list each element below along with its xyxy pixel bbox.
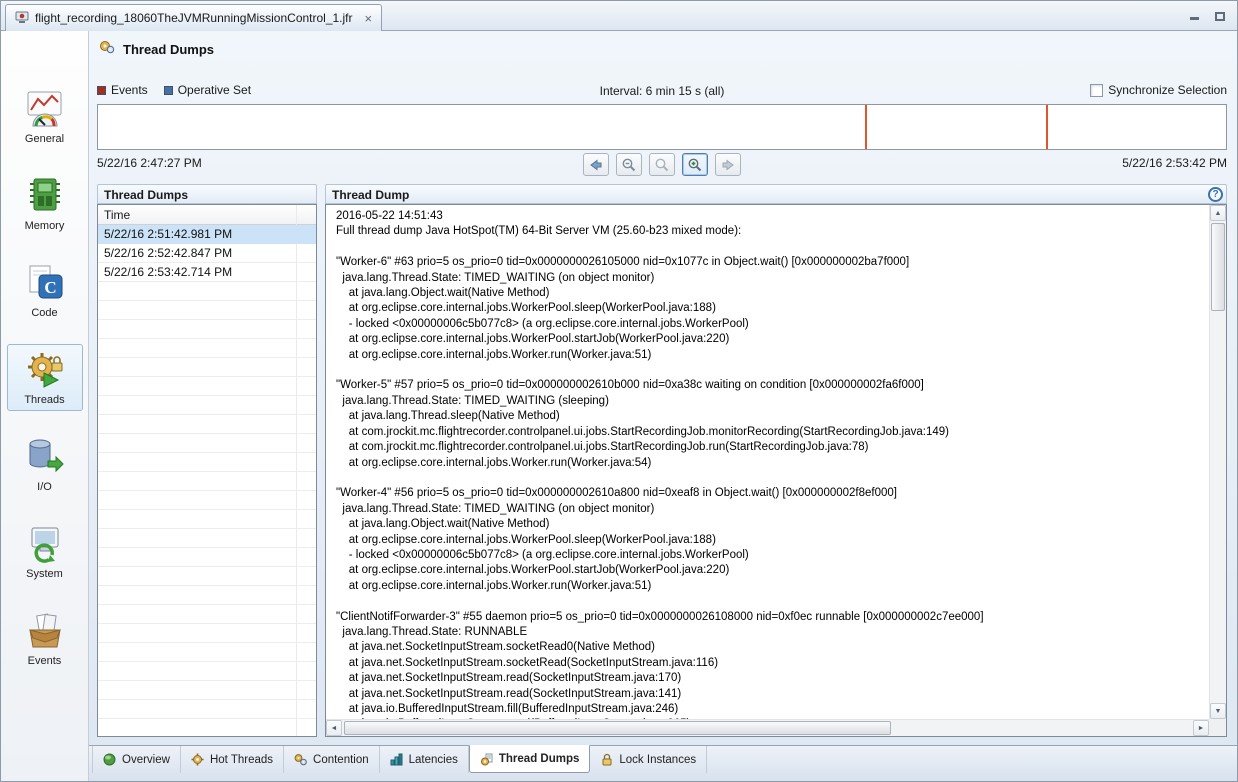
zoom-toolbar [583, 153, 741, 176]
hot-threads-icon [191, 753, 204, 766]
reset-zoom-button[interactable] [649, 153, 675, 176]
thread-dump-viewer: 2016-05-22 14:51:43 Full thread dump Jav… [325, 204, 1227, 737]
sidebar: General Memory C Code Threads I/O System… [1, 31, 89, 781]
thread-dump-text[interactable]: 2016-05-22 14:51:43 Full thread dump Jav… [326, 205, 1209, 719]
sidebar-item-events[interactable]: Events [7, 605, 83, 672]
bottom-tab-bar: Overview Hot Threads Contention Latencie… [89, 745, 1237, 781]
scroll-down-icon[interactable]: ▼ [1210, 703, 1226, 719]
synchronize-selection-checkbox[interactable] [1090, 84, 1103, 97]
timeline-footer: 5/22/16 2:47:27 PM 5/22/16 2:53:42 PM [97, 153, 1227, 181]
tab-label: Contention [313, 754, 369, 766]
overview-icon [103, 753, 116, 766]
tab-contention[interactable]: Contention [284, 746, 380, 773]
view-controls [1187, 8, 1227, 22]
svg-text:C: C [44, 278, 56, 297]
sidebar-item-threads[interactable]: Threads [7, 344, 83, 411]
tab-label: Latencies [409, 754, 458, 766]
system-icon [25, 524, 65, 564]
sidebar-item-system[interactable]: System [7, 518, 83, 585]
forward-button[interactable] [715, 153, 741, 176]
tab-lock-instances[interactable]: Lock Instances [590, 746, 707, 773]
synchronize-selection-label: Synchronize Selection [1108, 83, 1227, 97]
thread-dumps-panel: Thread Dumps Time 5/22/16 2:51:42.981 PM… [97, 184, 317, 737]
sidebar-item-label: Threads [24, 394, 64, 406]
scrollbar-corner [1209, 719, 1226, 736]
time-column-header[interactable]: Time [98, 205, 316, 225]
minimize-icon[interactable] [1187, 8, 1202, 22]
vertical-scroll-thumb[interactable] [1211, 223, 1225, 311]
zoom-out-button[interactable] [616, 153, 642, 176]
editor-tab-bar: flight_recording_18060TheJVMRunningMissi… [1, 1, 1237, 31]
vertical-scrollbar[interactable]: ▲ ▼ [1209, 205, 1226, 719]
tab-latencies[interactable]: Latencies [380, 746, 469, 773]
sidebar-item-label: Code [31, 307, 57, 319]
sidebar-item-label: General [25, 133, 64, 145]
page-header: Thread Dumps [99, 39, 214, 60]
sidebar-item-general[interactable]: General [7, 83, 83, 150]
thread-dumps-icon [480, 753, 493, 766]
horizontal-scrollbar[interactable]: ◄ ► [326, 719, 1209, 736]
gauge-icon [25, 89, 65, 129]
timeline-chart[interactable] [97, 104, 1227, 150]
editor-tab-title: flight_recording_18060TheJVMRunningMissi… [35, 11, 353, 25]
thread-dumps-panel-title: Thread Dumps [97, 184, 317, 204]
tab-label: Overview [122, 754, 170, 766]
sidebar-item-code[interactable]: C Code [7, 257, 83, 324]
help-icon[interactable]: ? [1208, 187, 1223, 202]
contention-icon [294, 753, 307, 766]
back-button[interactable] [583, 153, 609, 176]
sidebar-item-label: Memory [25, 220, 65, 232]
lock-instances-icon [600, 753, 613, 766]
thread-dumps-icon [99, 39, 115, 60]
tab-thread-dumps[interactable]: Thread Dumps [469, 745, 591, 773]
timeline-start-time: 5/22/16 2:47:27 PM [97, 156, 202, 170]
memory-icon [25, 176, 65, 216]
tab-overview[interactable]: Overview [92, 746, 181, 773]
editor-tab[interactable]: flight_recording_18060TheJVMRunningMissi… [5, 4, 382, 31]
zoom-in-button[interactable] [682, 153, 708, 176]
tab-label: Lock Instances [619, 754, 696, 766]
legend-row: Events Operative Set Interval: 6 min 15 … [97, 83, 1227, 101]
table-row[interactable]: 5/22/16 2:52:42.847 PM [98, 244, 316, 263]
timeline-marker [865, 105, 867, 149]
maximize-icon[interactable] [1212, 8, 1227, 22]
tab-label: Hot Threads [210, 754, 273, 766]
events-icon [25, 611, 65, 651]
io-icon [25, 437, 65, 477]
flight-recording-icon [15, 10, 29, 27]
timeline-end-time: 5/22/16 2:53:42 PM [1122, 156, 1227, 170]
scroll-up-icon[interactable]: ▲ [1210, 205, 1226, 221]
table-row[interactable]: 5/22/16 2:51:42.981 PM [98, 225, 316, 244]
thread-dump-panel: Thread Dump ? 2016-05-22 14:51:43 Full t… [325, 184, 1227, 737]
tab-label: Thread Dumps [499, 753, 580, 765]
page-title: Thread Dumps [123, 42, 214, 57]
close-tab-icon[interactable]: × [365, 11, 373, 26]
sidebar-item-memory[interactable]: Memory [7, 170, 83, 237]
latencies-icon [390, 753, 403, 766]
thread-dumps-table: Time 5/22/16 2:51:42.981 PM 5/22/16 2:52… [97, 204, 317, 737]
main-content: Thread Dumps Events Operative Set Interv… [89, 31, 1237, 781]
thread-dump-panel-header: Thread Dump ? [325, 184, 1227, 204]
tab-hot-threads[interactable]: Hot Threads [181, 746, 284, 773]
thread-dump-panel-title: Thread Dump [332, 188, 409, 202]
timeline-marker [1046, 105, 1048, 149]
scroll-right-icon[interactable]: ► [1193, 720, 1209, 736]
sidebar-item-io[interactable]: I/O [7, 431, 83, 498]
scroll-left-icon[interactable]: ◄ [326, 720, 342, 736]
table-row[interactable]: 5/22/16 2:53:42.714 PM [98, 263, 316, 282]
sidebar-item-label: System [26, 568, 63, 580]
threads-icon [25, 350, 65, 390]
application-window: flight_recording_18060TheJVMRunningMissi… [0, 0, 1238, 782]
code-icon: C [25, 263, 65, 303]
horizontal-scroll-thumb[interactable] [344, 721, 891, 735]
sidebar-item-label: I/O [37, 481, 52, 493]
table-rows: 5/22/16 2:51:42.981 PM 5/22/16 2:52:42.8… [98, 225, 316, 736]
interval-label: Interval: 6 min 15 s (all) [97, 84, 1227, 98]
sidebar-item-label: Events [28, 655, 62, 667]
